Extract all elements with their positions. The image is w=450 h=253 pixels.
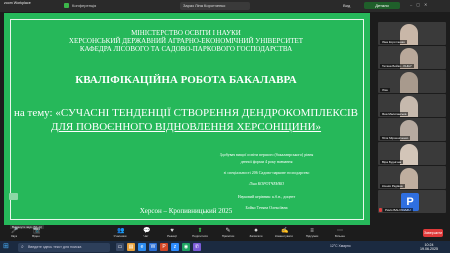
participant-name: Pavlo BAH KDAZU <box>383 208 413 212</box>
clock-date: 19.06.2025 <box>420 246 438 251</box>
record-button[interactable]: ⏺ Записати <box>244 227 268 238</box>
search-icon: ⌕ <box>21 243 24 250</box>
university-heading: ХЕРСОНСЬКИЙ ДЕРЖАВНИЙ АГРАРНО-ЕКОНОМІЧНИ… <box>68 37 304 45</box>
share-button[interactable]: ⬆ Поділитися <box>188 227 212 238</box>
conference-label: Конференція <box>72 3 97 8</box>
end-meeting-button[interactable]: Завершити <box>423 229 443 237</box>
participant-name: Ліза <box>380 88 390 92</box>
participants-gallery: Ліна Коротченко Тетяна Бойко - KHGY Ліза… <box>378 22 446 213</box>
participant-tile[interactable]: Ксенія Рядівна <box>378 166 446 189</box>
search-placeholder: Введите здесь текст для поиска <box>28 244 82 249</box>
student-name: Ліна КОРОТЧЕНКО <box>248 181 285 186</box>
participant-name: Юля Мірошніченко <box>380 136 411 140</box>
participant-tile[interactable]: Тетяна Бойко - KHGY <box>378 46 446 69</box>
details-button[interactable]: Детали <box>364 2 400 9</box>
participant-name: Ксенія Рядівна <box>380 184 405 188</box>
study-form: денної форми 4 року навчання <box>240 159 293 164</box>
shield-icon[interactable] <box>64 3 69 8</box>
weather-widget[interactable]: 12°C Хмарно <box>330 244 351 248</box>
taskbar-clock[interactable]: 10:24 19.06.2025 <box>420 243 438 251</box>
muted-mic-icon <box>379 208 382 212</box>
participant-tile[interactable]: Юля Мірошніченко <box>378 118 446 141</box>
speciality: зі спеціальності 206 Садово-паркове госп… <box>223 170 310 175</box>
more-button[interactable]: ⋯ Більше <box>328 227 352 238</box>
participant-name: Віра Буднічна <box>380 160 404 164</box>
taskbar-search-input[interactable]: ⌕ Введите здесь текст для поиска <box>18 242 110 252</box>
active-speaker-label[interactable]: Зараз Ліна Коротченко <box>180 1 250 10</box>
participant-name: Тетяна Бойко - KHGY <box>380 64 414 68</box>
participant-tile[interactable]: Віра Буднічна <box>378 142 446 165</box>
meeting-toolbar: Вимкнути звук (Alt+A) 🎤 Звук 📷 Відео 👥 Учас… <box>0 225 450 240</box>
annotate-button[interactable]: ✍ Коментувати <box>272 227 296 238</box>
chat-button[interactable]: 💬 Чат <box>134 227 158 238</box>
department-heading: КАФЕДРА ЛІСОВОГО ТА САДОВО-ПАРКОВОГО ГОС… <box>79 45 293 53</box>
task-view-icon[interactable]: ▭ <box>116 243 124 251</box>
edge-browser-icon[interactable]: e <box>138 243 146 251</box>
powerpoint-icon[interactable]: P <box>160 243 168 251</box>
slide-title: КВАЛІФІКАЦІЙНА РОБОТА БАКАЛАВРА <box>75 74 297 86</box>
audio-button[interactable]: 🎤 Звук <box>2 227 26 238</box>
window-controls[interactable]: –▢✕ <box>410 2 431 7</box>
video-button[interactable]: 📷 Відео <box>24 227 48 238</box>
participant-tile[interactable]: P Pavlo BAH KDAZU <box>378 190 446 213</box>
topic-line-2: ДЛЯ ПОВОЄННОГО ВІДНОВЛЕННЯ ХЕРСОНЩИНИ» <box>50 121 322 133</box>
windows-start-icon[interactable]: ⊞ <box>3 243 10 250</box>
ministry-heading: МІНІСТЕРСТВО ОСВІТИ І НАУКИ <box>131 29 241 37</box>
participant-tile[interactable]: Яна Малиганська <box>378 94 446 117</box>
participants-button[interactable]: 👥 Учасники <box>108 227 132 238</box>
zoom-title-bar: zoom Workplace Конференція Зараз Ліна Ко… <box>0 0 450 12</box>
supervisor-label: Науковий керівник: к.б.н., доцент <box>237 194 296 199</box>
shared-screen-slide: МІНІСТЕРСТВО ОСВІТИ І НАУКИ ХЕРСОНСЬКИЙ … <box>4 13 370 225</box>
student-level: Здобувач вищої освіти першого (бакалаврс… <box>219 152 314 157</box>
windows-taskbar: ⊞ ⌕ Введите здесь текст для поиска ▭ ▤ e… <box>0 241 450 253</box>
language-indicator-icon[interactable] <box>9 193 18 200</box>
topic-line-1: на тему: «СУЧАСНІ ТЕНДЕНЦІЇ СТВОРЕННЯ ДЕ… <box>14 107 358 119</box>
file-explorer-icon[interactable]: ▤ <box>127 243 135 251</box>
participant-tile[interactable]: Ліза <box>378 70 446 93</box>
participant-tile[interactable]: Ліна Коротченко <box>378 22 446 45</box>
summary-button[interactable]: ≡ Підсумки <box>300 227 324 238</box>
city-year: Херсон – Кропивницький 2025 <box>139 207 233 215</box>
viber-icon[interactable]: ✆ <box>193 243 201 251</box>
participant-name: Ліна Коротченко <box>380 40 407 44</box>
reactions-button[interactable]: ♥ Реакції <box>160 227 184 238</box>
chrome-icon[interactable]: ◉ <box>182 243 190 251</box>
view-menu-button[interactable]: Вид <box>343 3 350 8</box>
word-icon[interactable]: W <box>149 243 157 251</box>
participant-name: Яна Малиганська <box>380 112 409 116</box>
app-brand: zoom Workplace <box>4 1 31 5</box>
participant-video <box>400 72 418 93</box>
notes-button[interactable]: ✎ Примітки <box>216 227 240 238</box>
zoom-app-icon[interactable]: z <box>171 243 179 251</box>
